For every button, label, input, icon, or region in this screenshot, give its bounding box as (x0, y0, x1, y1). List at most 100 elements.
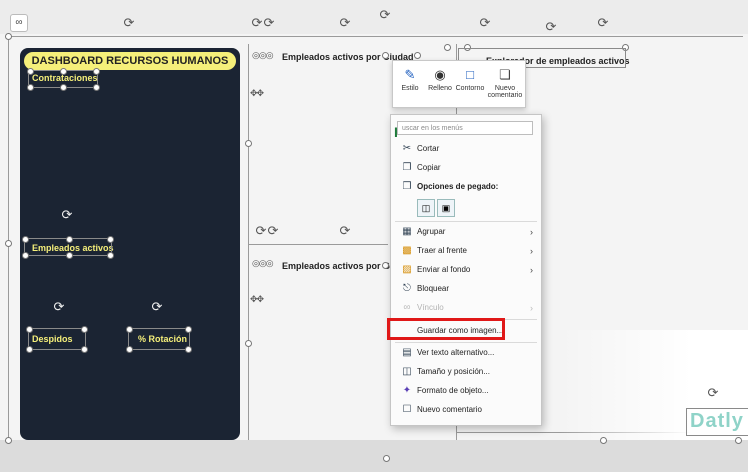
bottom-strip (0, 440, 748, 472)
rotate-handle-icon[interactable]: ⟳ (544, 20, 558, 34)
highlight-box (387, 318, 505, 340)
top-strip (0, 0, 748, 34)
group-icon: ▦ (402, 226, 412, 237)
bring-front-icon: ▩ (402, 245, 412, 256)
resize-handle[interactable] (126, 326, 133, 333)
format-icon: ✦ (402, 385, 412, 396)
move-handle-icon[interactable]: ◎◎◎ (252, 50, 274, 61)
paste-icon: ❒ (402, 181, 412, 192)
resize-handle[interactable] (245, 140, 252, 147)
resize-handle[interactable] (27, 84, 34, 91)
rotate-handle-icon[interactable]: ⟳ (122, 16, 136, 30)
paste-options: ◫ ▣ (417, 199, 477, 217)
rotate-handle-icon[interactable]: ⟳ (150, 300, 164, 314)
resize-handle[interactable] (414, 52, 421, 59)
menu-search-input[interactable]: uscar en los menús (397, 121, 533, 135)
resize-handle[interactable] (26, 326, 33, 333)
rotacion-selection (128, 328, 190, 350)
resize-handle[interactable] (93, 84, 100, 91)
logo-selection (686, 408, 748, 436)
rotate-handle-icon[interactable]: ⟳ (706, 386, 720, 400)
nuevo-comentario-button[interactable]: ❏ Nuevo comentario (487, 65, 523, 103)
resize-handle[interactable] (382, 262, 389, 269)
menu-item-tamano-posicion[interactable]: ◫ Tamaño y posición... (391, 363, 541, 381)
resize-handle[interactable] (245, 340, 252, 347)
resize-handle[interactable] (66, 252, 73, 259)
dashboard-title[interactable]: DASHBOARD RECURSOS HUMANOS (24, 52, 236, 70)
rotate-handle-icon[interactable]: ⟳ (338, 16, 352, 30)
resize-handle[interactable] (185, 346, 192, 353)
worksheet-canvas: ∞ ⟳ ⟳ ⟳ ⟳ ⟳ ⟳ ⟳ ⟳ DASHBOARD RECURSOS HUM… (0, 0, 748, 472)
rotate-handle-icon[interactable]: ⟳ (52, 300, 66, 314)
menu-item-traer-frente[interactable]: ▩ Traer al frente › (391, 242, 541, 260)
selection-line (248, 44, 249, 440)
resize-handle[interactable] (93, 68, 100, 75)
resize-handle[interactable] (27, 68, 34, 75)
scissors-icon: ✂ (402, 143, 412, 154)
object-icon[interactable]: ∞ (10, 14, 28, 32)
paste-keep-icon[interactable]: ◫ (417, 199, 435, 217)
resize-handle[interactable] (600, 437, 607, 444)
menu-heading-pegado: ❒ Opciones de pegado: (391, 178, 541, 196)
submenu-arrow-icon: › (530, 265, 533, 275)
resize-handle[interactable] (5, 33, 12, 40)
menu-item-nuevo-comentario[interactable]: ☐ Nuevo comentario (391, 401, 541, 419)
nuevo-comentario-label: Nuevo comentario (487, 85, 523, 99)
selection-line (8, 36, 743, 37)
context-menu: uscar en los menús ✂ Cortar ❐ Copiar ❒ O… (390, 114, 542, 426)
mini-toolbar: ✎ Estilo ◉ Relleno □ Contorno ❏ Nuevo co… (392, 60, 526, 108)
link-icon: ∞ (403, 302, 411, 313)
resize-handle[interactable] (383, 455, 390, 462)
resize-handle[interactable] (26, 346, 33, 353)
menu-item-label: Agrupar (417, 227, 446, 236)
menu-item-formato-objeto[interactable]: ✦ Formato de objeto... (391, 382, 541, 400)
menu-item-enviar-fondo[interactable]: ▨ Enviar al fondo › (391, 261, 541, 279)
paste-picture-icon[interactable]: ▣ (437, 199, 455, 217)
comment-icon: ☐ (402, 404, 412, 415)
resize-handle[interactable] (22, 252, 29, 259)
resize-handle[interactable] (107, 236, 114, 243)
move-handle-icon[interactable]: ✥✥ (250, 88, 264, 99)
menu-item-label: Vínculo (417, 303, 444, 312)
text-cursor-icon: I (394, 124, 398, 140)
resize-handle[interactable] (185, 326, 192, 333)
rotate-handle-icon[interactable]: ⟳ (262, 16, 276, 30)
menu-item-copiar[interactable]: ❐ Copiar (391, 159, 541, 177)
rotate-handle-icon[interactable]: ⟳ (596, 16, 610, 30)
fill-icon: ◉ (434, 67, 446, 82)
resize-handle[interactable] (60, 84, 67, 91)
resize-handle[interactable] (81, 326, 88, 333)
brush-icon: ✎ (404, 67, 416, 82)
alt-text-icon: ▤ (402, 347, 412, 358)
relleno-label: Relleno (428, 85, 452, 92)
move-handle-icon[interactable]: ✥✥ (250, 294, 264, 305)
selection-line (8, 36, 9, 440)
resize-handle[interactable] (5, 437, 12, 444)
rotate-handle-icon[interactable]: ⟳ (378, 8, 392, 22)
resize-handle[interactable] (444, 44, 451, 51)
resize-handle[interactable] (382, 52, 389, 59)
menu-item-agrupar[interactable]: ▦ Agrupar › (391, 223, 541, 241)
resize-handle[interactable] (22, 236, 29, 243)
resize-handle[interactable] (5, 240, 12, 247)
rotate-handle-icon[interactable]: ⟳ (338, 224, 352, 238)
resize-handle[interactable] (60, 68, 67, 75)
relleno-button[interactable]: ◉ Relleno (425, 65, 455, 103)
resize-handle[interactable] (81, 346, 88, 353)
menu-item-cortar[interactable]: ✂ Cortar (391, 140, 541, 158)
resize-handle[interactable] (735, 437, 742, 444)
copy-icon: ❐ (402, 162, 412, 173)
menu-item-bloquear[interactable]: ⎋ Bloquear (391, 280, 541, 298)
contorno-button[interactable]: □ Contorno (455, 65, 485, 103)
contorno-label: Contorno (455, 85, 485, 92)
menu-item-label: Enviar al fondo (417, 265, 471, 274)
resize-handle[interactable] (107, 252, 114, 259)
resize-handle[interactable] (66, 236, 73, 243)
rotate-handle-icon[interactable]: ⟳ (60, 208, 74, 222)
estilo-button[interactable]: ✎ Estilo (395, 65, 425, 103)
move-handle-icon[interactable]: ◎◎◎ (252, 258, 274, 269)
rotate-handle-icon[interactable]: ⟳ (266, 224, 280, 238)
menu-item-ver-texto-alt[interactable]: ▤ Ver texto alternativo... (391, 344, 541, 362)
resize-handle[interactable] (126, 346, 133, 353)
rotate-handle-icon[interactable]: ⟳ (478, 16, 492, 30)
